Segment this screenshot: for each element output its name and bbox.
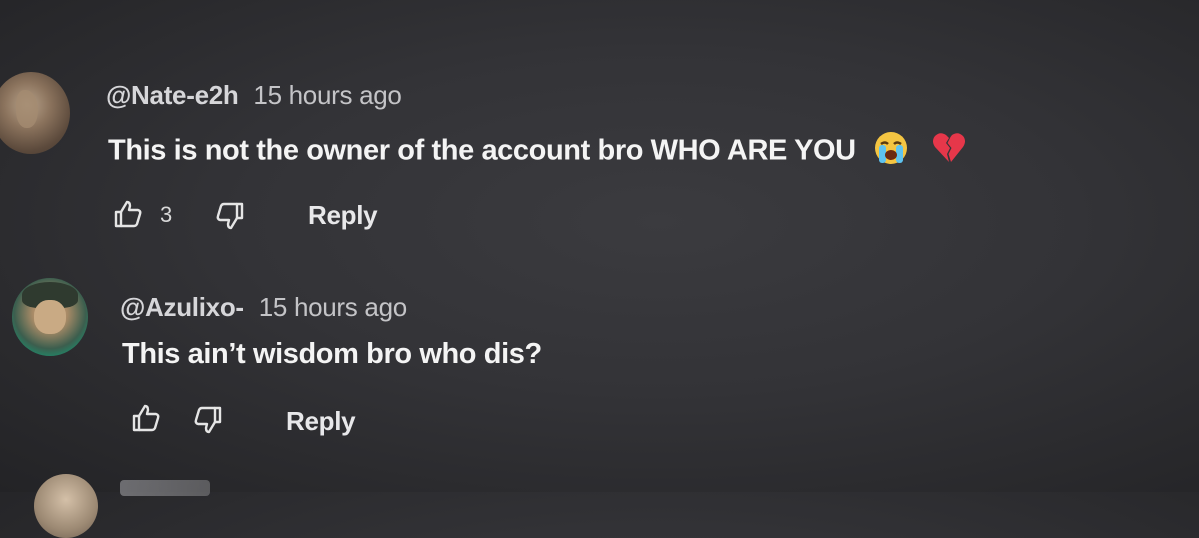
comments-screen: { "comments": [ { "handle": "@Nate-e2h",… [0, 0, 1199, 538]
comment-timestamp[interactable]: 15 hours ago [253, 80, 401, 110]
comment-timestamp[interactable]: 15 hours ago [259, 292, 407, 322]
comment-text: This ain’t wisdom bro who dis? [122, 338, 542, 371]
thumbs-down-icon[interactable] [192, 404, 224, 436]
comment-text: This is not the owner of the account bro… [108, 130, 967, 174]
loudly-crying-face-icon [873, 130, 909, 174]
comment-meta: @Nate-e2h 15 hours ago [106, 80, 402, 111]
like-count: 3 [160, 202, 173, 227]
thumbs-up-icon[interactable] [112, 198, 144, 230]
reply-button[interactable]: Reply [286, 406, 356, 437]
comment-body: This is not the owner of the account bro… [108, 134, 856, 167]
comment-author-partial [120, 480, 210, 496]
broken-heart-icon [931, 131, 967, 173]
comment-meta: @Azulixo- 15 hours ago [120, 292, 407, 323]
thumbs-up-icon[interactable] [130, 402, 162, 434]
avatar[interactable] [12, 278, 88, 356]
avatar[interactable] [0, 72, 70, 154]
avatar[interactable] [34, 474, 98, 538]
avatar-face [34, 300, 66, 334]
comment-body: This ain’t wisdom bro who dis? [122, 338, 542, 370]
comment-author[interactable]: @Nate-e2h [106, 80, 239, 110]
thumbs-down-icon[interactable] [214, 200, 246, 232]
comment-author[interactable]: @Azulixo- [120, 292, 244, 322]
avatar-image [16, 90, 38, 128]
reply-button[interactable]: Reply [308, 200, 378, 231]
